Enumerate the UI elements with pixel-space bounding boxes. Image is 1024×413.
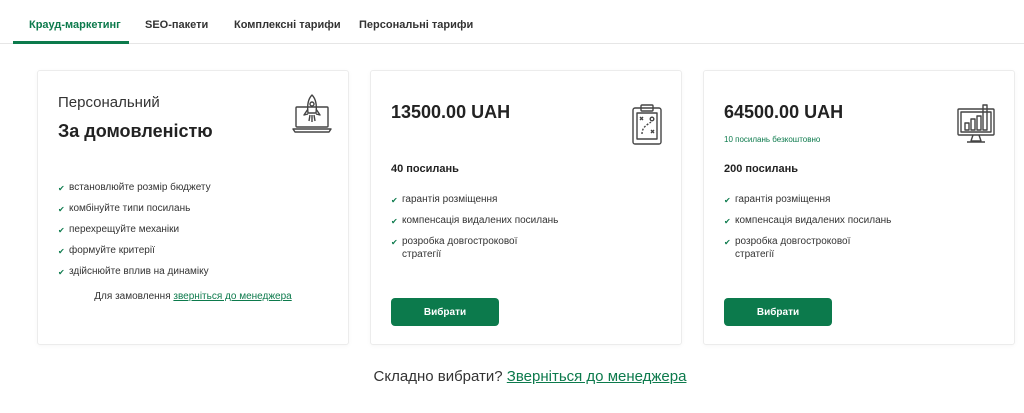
check-icon: ✔ — [391, 196, 398, 205]
tab-crowd-marketing[interactable]: Крауд-маркетинг — [29, 19, 121, 31]
check-icon: ✔ — [58, 205, 65, 214]
check-icon: ✔ — [58, 226, 65, 235]
feature-list: ✔ встановлюйте розмір бюджету ✔ комбінуйте… — [58, 181, 259, 286]
check-icon: ✔ — [58, 184, 65, 193]
help-question: Складно вибрати? — [373, 368, 503, 385]
pricing-card-40-links: 13500.00 UAH 40 посилань ✔ гарантія розмі… — [370, 70, 682, 345]
list-item: ✔ здійснюйте вплив на динаміку — [58, 266, 209, 277]
select-button[interactable]: Вибрати — [724, 298, 832, 326]
help-line: Складно вибрати? Зверніться до менеджера — [0, 368, 1024, 385]
list-item: ✔ перехрещуйте механіки — [58, 224, 180, 235]
pricing-card-200-links: 64500.00 UAH 10 посилань безкоштовно 200… — [703, 70, 1015, 345]
check-icon: ✔ — [391, 238, 398, 247]
list-item: ✔ комбінуйте типи посилань — [58, 203, 191, 214]
check-icon: ✔ — [391, 217, 398, 226]
check-icon: ✔ — [724, 217, 731, 226]
links-count: 40 посилань — [391, 163, 459, 175]
rocket-laptop-icon — [292, 94, 332, 133]
free-links-note: 10 посилань безкоштовно — [724, 135, 821, 144]
contact-manager-link[interactable]: Зверніться до менеджера — [507, 368, 687, 385]
links-count: 200 посилань — [724, 163, 799, 175]
check-icon: ✔ — [724, 238, 731, 247]
check-icon: ✔ — [58, 268, 65, 277]
list-item: ✔ компенсація видалених посилань — [724, 215, 892, 226]
list-item: ✔ гарантія розміщення — [724, 194, 831, 205]
order-hint-text: Для замовлення — [94, 291, 171, 302]
list-item: ✔ розробка довгострокової стратегії — [391, 236, 518, 260]
card-title: За домовленістю — [58, 121, 213, 141]
check-icon: ✔ — [58, 247, 65, 256]
list-item: ✔ компенсація видалених посилань — [391, 215, 559, 226]
check-icon: ✔ — [724, 196, 731, 205]
list-item: ✔ розробка довгострокової стратегії — [724, 236, 851, 260]
feature-list: ✔ гарантія розміщення ✔ компенсація видале… — [391, 193, 592, 268]
card-subtitle: Персональний — [58, 94, 160, 111]
tab-seo-packages[interactable]: SEO-пакети — [145, 19, 208, 31]
list-item: ✔ гарантія розміщення — [391, 194, 498, 205]
pricing-card-personal: Персональний За домовленістю ✔ встановлюй… — [37, 70, 349, 345]
strategy-clipboard-icon — [632, 104, 662, 145]
tab-complex-tariffs[interactable]: Комплексні тарифи — [234, 19, 341, 31]
analytics-monitor-icon — [957, 104, 995, 143]
select-button[interactable]: Вибрати — [391, 298, 499, 326]
list-item: ✔ формуйте критерії — [58, 245, 155, 256]
price: 13500.00 UAH — [391, 102, 511, 122]
order-hint: Для замовлення зверніться до менеджера — [38, 291, 348, 302]
contact-manager-link[interactable]: зверніться до менеджера — [173, 291, 291, 302]
feature-list: ✔ гарантія розміщення ✔ компенсація видале… — [724, 193, 925, 268]
price: 64500.00 UAH — [724, 102, 844, 122]
list-item: ✔ встановлюйте розмір бюджету — [58, 182, 211, 193]
tab-bar: Крауд-маркетинг SEO-пакети Комплексні та… — [0, 0, 1024, 44]
active-tab-indicator — [13, 41, 129, 44]
tab-personal-tariffs[interactable]: Персональні тарифи — [359, 19, 473, 31]
